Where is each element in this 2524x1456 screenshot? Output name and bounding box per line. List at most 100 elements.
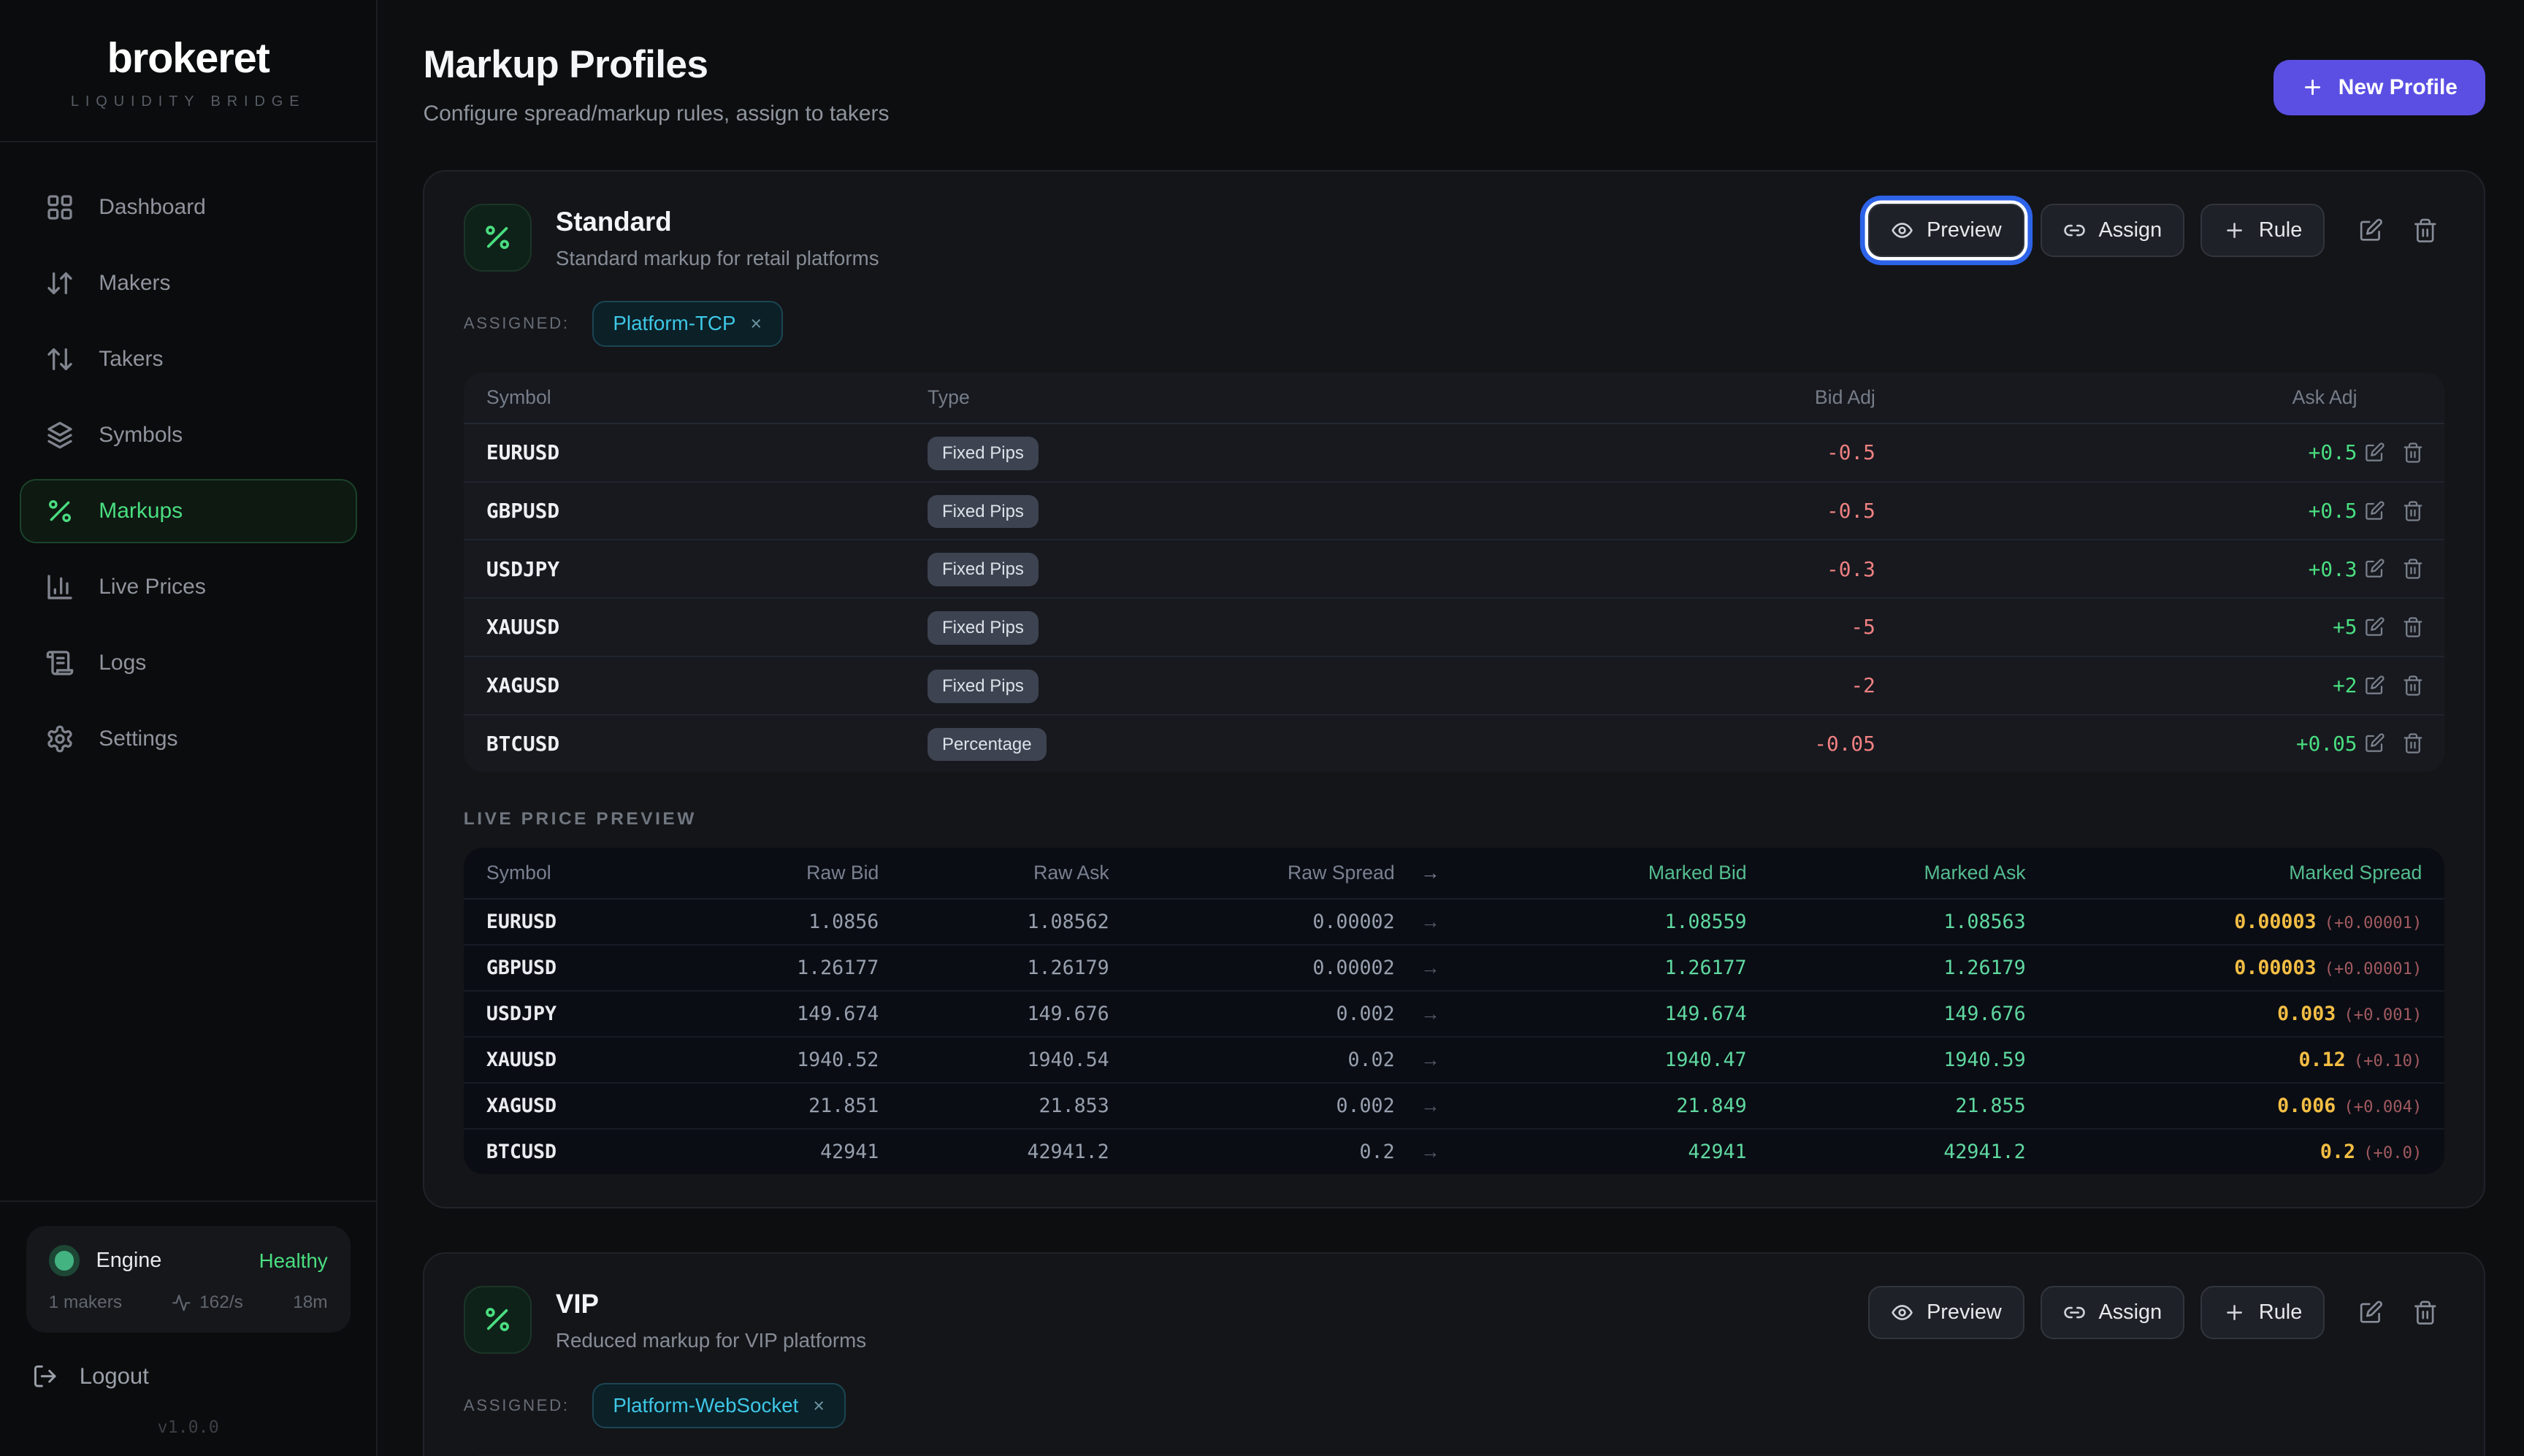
spread-delta: (+0.00001) [2325,913,2422,932]
raw-bid: 21.851 [707,1095,879,1117]
delete-profile-icon[interactable] [2406,1292,2444,1334]
sidebar-item-label: Takers [99,347,163,372]
col-bid-adj: Bid Adj [1442,386,1875,409]
assigned-label: ASSIGNED: [464,314,570,333]
rule-type-badge: Fixed Pips [928,495,1039,529]
spread-delta: (+0.10) [2354,1051,2422,1070]
assign-button[interactable]: Assign [2041,204,2184,257]
percent-icon [45,497,74,526]
sidebar-item-settings[interactable]: Settings [20,706,357,770]
assign-button[interactable]: Assign [2041,1286,2184,1339]
sidebar-item-markups[interactable]: Markups [20,479,357,543]
edit-rule-icon[interactable] [2363,500,2385,522]
col-raw-bid: Raw Bid [707,862,879,884]
col-ask-adj: Ask Adj [1875,386,2357,409]
live-price-row: GBPUSD 1.26177 1.26179 0.00002 → 1.26177… [464,946,2445,992]
rule-type-badge: Fixed Pips [928,553,1039,586]
delete-rule-icon[interactable] [2402,616,2424,638]
assign-label: Assign [2099,218,2162,242]
profile-description: Standard markup for retail platforms [556,247,879,270]
preview-button[interactable]: Preview [1868,204,2024,257]
marked-ask: 21.855 [1747,1095,2026,1117]
assign-label: Assign [2099,1300,2162,1325]
raw-spread: 0.2 [1109,1141,1395,1163]
edit-profile-icon[interactable] [2351,210,2390,252]
edit-rule-icon[interactable] [2363,442,2385,464]
marked-ask: 149.676 [1747,1003,2026,1025]
sidebar-item-takers[interactable]: Takers [20,327,357,391]
assigned-taker-chip[interactable]: Platform-TCP × [592,301,783,347]
raw-bid: 42941 [707,1141,879,1163]
assigned-taker-chip[interactable]: Platform-WebSocket × [592,1383,846,1429]
new-profile-button[interactable]: New Profile [2273,60,2485,115]
add-rule-button[interactable]: Rule [2200,1286,2325,1339]
marked-ask: 1.08563 [1747,911,2026,933]
edit-rule-icon[interactable] [2363,732,2385,754]
col-raw-spread: Raw Spread [1109,862,1395,884]
sidebar-item-makers[interactable]: Makers [20,251,357,315]
rule-bid-adj: -0.05 [1442,732,1875,756]
marked-spread: 0.003(+0.001) [2026,1003,2445,1025]
edit-rule-icon[interactable] [2363,675,2385,697]
sidebar-item-logs[interactable]: Logs [20,630,357,694]
edit-rule-icon[interactable] [2363,558,2385,580]
delete-rule-icon[interactable] [2402,558,2424,580]
raw-spread: 0.002 [1109,1095,1395,1117]
delete-profile-icon[interactable] [2406,210,2444,252]
plus-icon [2223,1301,2246,1324]
remove-taker-icon[interactable]: × [750,313,762,335]
logout-button[interactable]: Logout [32,1363,343,1390]
profile-percent-icon [464,1286,532,1354]
rule-symbol: EURUSD [464,440,928,464]
scroll-icon [45,648,74,678]
rule-ask-adj: +0.05 [1875,732,2357,756]
add-rule-button[interactable]: Rule [2200,204,2325,257]
live-symbol: USDJPY [464,1003,707,1025]
sidebar-nav: Dashboard Makers Takers Symbols Markups … [0,142,376,1200]
sidebar-item-dashboard[interactable]: Dashboard [20,175,357,240]
marked-spread: 0.2(+0.0) [2026,1141,2445,1163]
delete-rule-icon[interactable] [2402,732,2424,754]
delete-rule-icon[interactable] [2402,675,2424,697]
sidebar-item-label: Markups [99,499,183,524]
link-icon [2063,1301,2086,1324]
profile-description: Reduced markup for VIP platforms [556,1329,866,1352]
live-symbol: XAGUSD [464,1095,707,1117]
marked-spread: 0.00003(+0.00001) [2026,911,2445,933]
eye-icon [1891,219,1913,242]
rule-ask-adj: +2 [1875,673,2357,697]
marked-ask: 42941.2 [1747,1141,2026,1163]
preview-button[interactable]: Preview [1868,1286,2024,1339]
col-symbol: Symbol [464,386,928,409]
delete-rule-icon[interactable] [2402,500,2424,522]
brand-tagline: LIQUIDITY BRIDGE [0,93,376,110]
rule-row: EURUSD Fixed Pips -0.5 +0.5 [464,424,2445,483]
delete-rule-icon[interactable] [2402,442,2424,464]
raw-bid: 1.0856 [707,911,879,933]
sidebar-item-live-prices[interactable]: Live Prices [20,554,357,618]
rule-bid-adj: -0.3 [1442,557,1875,581]
arrow-glyph: → [1395,911,1466,933]
arrow-glyph: → [1395,1095,1466,1117]
rule-type-badge: Percentage [928,728,1047,762]
marked-spread-value: 0.006 [2277,1095,2336,1117]
edit-rule-icon[interactable] [2363,616,2385,638]
rule-type-badge: Fixed Pips [928,611,1039,645]
edit-profile-icon[interactable] [2351,1292,2390,1334]
rule-type-badge: Fixed Pips [928,670,1039,703]
marked-spread: 0.006(+0.004) [2026,1095,2445,1117]
raw-spread: 0.02 [1109,1049,1395,1071]
marked-spread-value: 0.12 [2299,1049,2346,1071]
arrow-col: → [1395,862,1466,884]
rule-symbol: XAUUSD [464,615,928,639]
raw-ask: 1.08562 [879,911,1109,933]
sidebar-item-symbols[interactable]: Symbols [20,403,357,467]
raw-ask: 42941.2 [879,1141,1109,1163]
rule-symbol: USDJPY [464,557,928,581]
remove-taker-icon[interactable]: × [813,1395,825,1417]
marked-bid: 42941 [1466,1141,1746,1163]
page-title: Markup Profiles [423,42,2485,87]
marked-bid: 149.674 [1466,1003,1746,1025]
rule-ask-adj: +0.5 [1875,499,2357,523]
spread-delta: (+0.00001) [2325,959,2422,978]
